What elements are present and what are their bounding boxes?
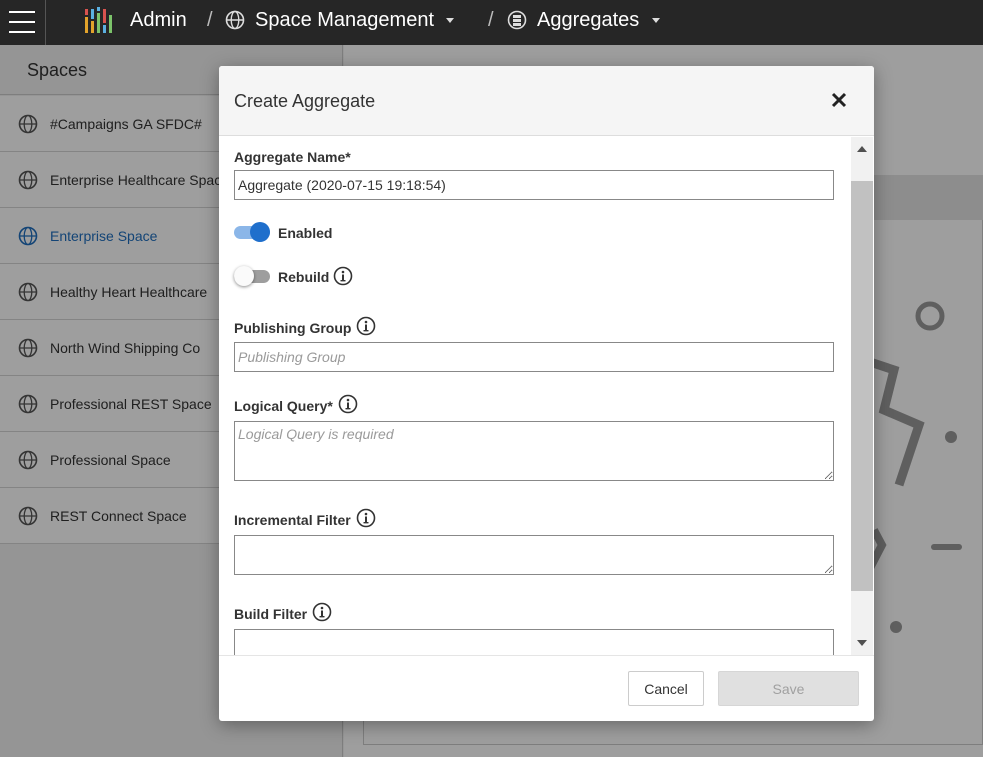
enabled-label: Enabled — [278, 225, 332, 241]
info-icon[interactable] — [312, 602, 332, 622]
top-bar: Admin / Space Management / Aggregates — [0, 0, 983, 45]
dialog-footer: Cancel Save — [219, 655, 874, 721]
cancel-button[interactable]: Cancel — [628, 671, 704, 706]
build-filter-textarea[interactable] — [234, 629, 834, 655]
dialog-scrollbar[interactable] — [851, 137, 873, 655]
aggregate-name-input[interactable] — [234, 170, 834, 200]
chevron-down-icon[interactable] — [652, 18, 660, 23]
rebuild-label: Rebuild — [278, 269, 329, 285]
dialog-header: Create Aggregate — [219, 66, 874, 136]
breadcrumb-aggregates[interactable]: Aggregates — [537, 8, 639, 32]
incremental-filter-label: Incremental Filter — [234, 512, 351, 528]
dialog-title: Create Aggregate — [234, 91, 375, 112]
incremental-filter-textarea[interactable] — [234, 535, 834, 575]
logical-query-label: Logical Query* — [234, 398, 333, 414]
info-icon[interactable] — [356, 508, 376, 528]
logical-query-textarea[interactable] — [234, 421, 834, 481]
app-logo-icon — [84, 7, 112, 33]
aggregates-icon — [507, 10, 527, 30]
breadcrumb-separator: / — [488, 8, 494, 32]
info-icon[interactable] — [338, 394, 358, 414]
breadcrumb-space-management[interactable]: Space Management — [255, 8, 434, 32]
chevron-down-icon[interactable] — [446, 18, 454, 23]
aggregate-name-label: Aggregate Name* — [234, 149, 351, 165]
save-button[interactable]: Save — [718, 671, 859, 706]
publishing-group-input[interactable] — [234, 342, 834, 372]
dialog-body[interactable]: Aggregate Name* Enabled Rebuild Publishi… — [219, 137, 874, 655]
rebuild-toggle[interactable] — [234, 265, 270, 287]
scroll-up-arrow-icon[interactable] — [857, 146, 867, 152]
scrollbar-thumb[interactable] — [851, 181, 873, 591]
breadcrumb-separator: / — [207, 8, 213, 32]
scroll-down-arrow-icon[interactable] — [857, 640, 867, 646]
create-aggregate-dialog: Create Aggregate Aggregate Name* Enabled… — [219, 66, 874, 721]
breadcrumb-admin[interactable]: Admin — [130, 8, 187, 32]
topbar-divider — [45, 0, 46, 45]
build-filter-label: Build Filter — [234, 606, 307, 622]
publishing-group-label: Publishing Group — [234, 320, 351, 336]
enabled-toggle[interactable] — [234, 221, 270, 243]
close-icon[interactable] — [828, 89, 850, 111]
globe-icon — [225, 10, 245, 30]
hamburger-menu-icon[interactable] — [9, 9, 35, 35]
info-icon[interactable] — [356, 316, 376, 336]
info-icon[interactable] — [333, 266, 353, 286]
